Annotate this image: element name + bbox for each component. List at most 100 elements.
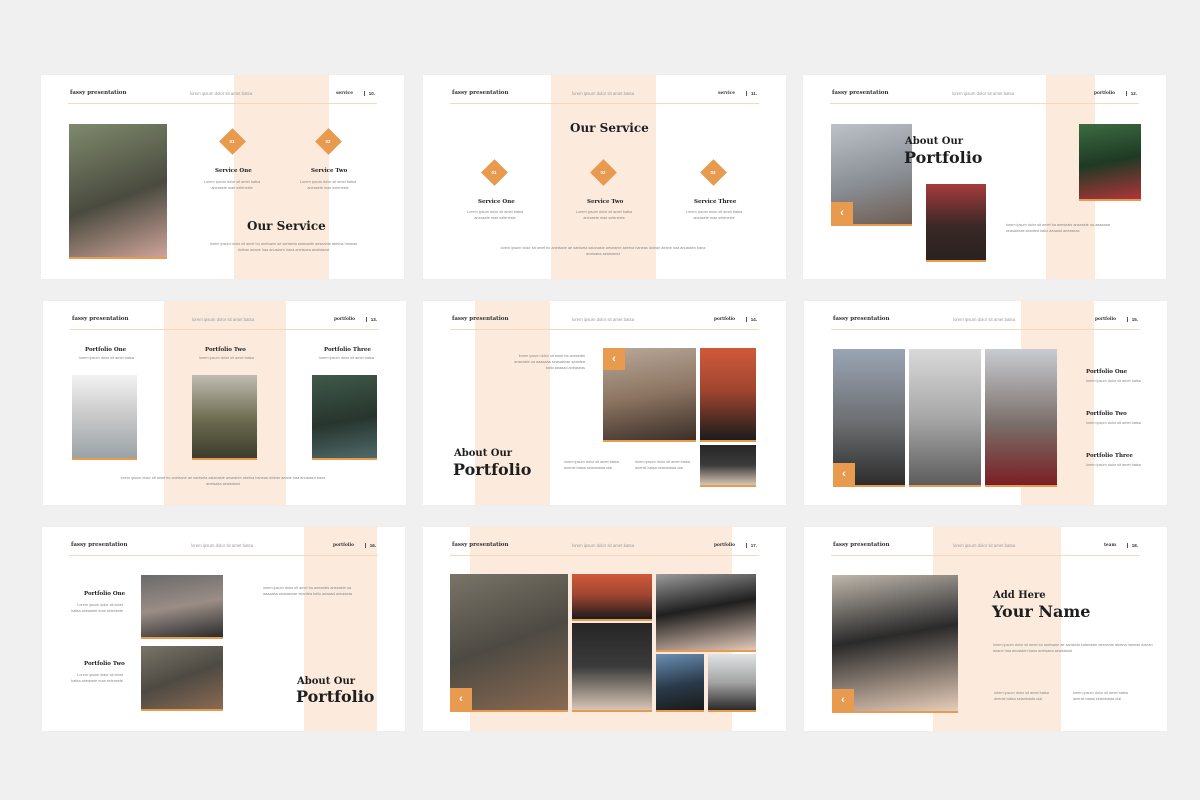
prev-arrow-icon[interactable]: ‹ (832, 689, 854, 711)
header-subtitle: lorem ipsum dolor sit amet batsa (953, 543, 1016, 548)
brand-name: fassy presentation (452, 90, 509, 96)
slide-header: fassy presentation lorem ipsum dolor sit… (68, 89, 377, 104)
check-text: lorem ipsum dolor sit amet batsa anenst … (635, 460, 690, 470)
portfolio-three-label: Portfolio Three (324, 347, 371, 353)
slide-12[interactable]: fassy presentation lorem ipsum dolor sit… (803, 75, 1166, 279)
section-name: service (718, 91, 735, 96)
photo-woman-red-coat (985, 349, 1057, 487)
service-two-label: Service Two (587, 199, 624, 205)
slide-13[interactable]: fassy presentation lorem ipsum dolor sit… (43, 301, 406, 505)
photo-woman-white-hat (72, 375, 137, 460)
prev-arrow-icon[interactable]: ‹ (603, 348, 625, 370)
brand-name: fassy presentation (833, 542, 890, 548)
portfolio-one-label: Portfolio One (1086, 369, 1128, 375)
section-name: portfolio (1095, 317, 1116, 322)
title-big: Portfolio (904, 148, 983, 167)
section-name: service (336, 91, 353, 96)
slide-header: fassy presentation lorem ipsum dolor sit… (450, 541, 759, 556)
section-name: portfolio (714, 317, 735, 322)
slide-14[interactable]: fassy presentation lorem ipsum dolor sit… (423, 301, 786, 505)
portfolio-text: Lorem ipsum dolor sit amet batsa aneaset… (71, 673, 123, 683)
service-three-label: Service Three (694, 199, 737, 205)
brand-name: fassy presentation (452, 542, 509, 548)
slide-header: fassy presentation lorem ipsum dolor sit… (450, 89, 759, 104)
service-one-label: Service One (215, 168, 252, 174)
portfolio-text: lorem ipsum dolor sit amet batsa (79, 356, 134, 360)
section-name: portfolio (334, 317, 355, 322)
slide-10[interactable]: fassy presentation lorem ipsum dolor sit… (41, 75, 404, 279)
slide-16[interactable]: fassy presentation lorem ipsum dolor sit… (42, 527, 405, 731)
service-text: Lorem ipsum dolor sit amet batsa aneaset… (299, 180, 357, 190)
portfolio-text: lorem ipsum dolor sit amet batsa (1086, 463, 1141, 467)
slide-17[interactable]: fassy presentation lorem ipsum dolor sit… (423, 527, 786, 731)
body-text: lorem ipsum dolor sit amet ba aneseats a… (263, 586, 353, 596)
portfolio-one-label: Portfolio One (84, 591, 126, 597)
brand-name: fassy presentation (70, 90, 127, 96)
slide-15[interactable]: fassy presentation lorem ipsum dolor sit… (804, 301, 1167, 505)
slide-header: fassy presentation lorem ipsum dolor sit… (831, 315, 1140, 330)
portfolio-two-label: Portfolio Two (84, 661, 125, 667)
photo-woman-red-wall (572, 574, 652, 621)
slide-number: 13. (365, 317, 377, 322)
portfolio-text: lorem ipsum dolor sit amet batsa (1086, 379, 1141, 383)
slide-number: 18. (1126, 543, 1138, 548)
header-subtitle: lorem ipsum dolor sit amet batsa (572, 91, 635, 96)
diamond-number: 02 (600, 170, 606, 175)
header-subtitle: lorem ipsum dolor sit amet batsa (190, 91, 253, 96)
slide-18[interactable]: fassy presentation lorem ipsum dolor sit… (804, 527, 1167, 731)
diamond-number: 01 (229, 139, 235, 144)
photo-woman-red-dress (1079, 124, 1141, 201)
brand-name: fassy presentation (833, 316, 890, 322)
photo-man-sunglasses (572, 623, 652, 712)
portfolio-three-label: Portfolio Three (1086, 453, 1133, 459)
section-name: portfolio (1094, 91, 1115, 96)
title-small: About Our (297, 676, 356, 687)
slide-number: 15. (1126, 317, 1138, 322)
title-big: Your Name (992, 602, 1091, 621)
header-subtitle: lorem ipsum dolor sit amet batsa (191, 543, 254, 548)
portfolio-one-label: Portfolio One (85, 347, 127, 353)
body-text: lorem ipsum dolor sit amet bo aneisane a… (209, 242, 358, 252)
slide-11[interactable]: fassy presentation lorem ipsum dolor sit… (423, 75, 786, 279)
slide-title: Our Service (570, 121, 649, 135)
prev-arrow-icon[interactable]: ‹ (450, 688, 472, 710)
photo-man-white-shirt (708, 654, 756, 712)
section-name: portfolio (333, 543, 354, 548)
slide-title: Our Service (247, 219, 326, 233)
portfolio-text: lorem ipsum dolor sit amet batsa (319, 356, 374, 360)
check-text: lorem ipsum dolor sit amet batsa anenst … (1073, 691, 1128, 701)
service-one-label: Service One (478, 199, 515, 205)
brand-name: fassy presentation (452, 316, 509, 322)
photo-woman-black-dress (700, 348, 756, 442)
brand-name: fassy presentation (832, 90, 889, 96)
portfolio-two-label: Portfolio Two (1086, 411, 1127, 417)
header-subtitle: lorem ipsum dolor sit amet batsa (952, 91, 1015, 96)
body-text: lorem ipsum dolor sit amet bo aneisane a… (993, 643, 1153, 653)
slide-number: 10. (363, 91, 375, 96)
title-small: About Our (454, 448, 513, 459)
body-text: lorem ipsum dolor sit amet ba aneseats a… (514, 354, 585, 370)
title-big: Portfolio (453, 460, 532, 479)
prev-arrow-icon[interactable]: ‹ (831, 202, 853, 224)
diamond-number: 01 (491, 170, 497, 175)
photo-woman-blue-glasses (656, 654, 704, 712)
brand-name: fassy presentation (71, 542, 128, 548)
service-text: Lorem ipsum dolor sit amet batsa aneaset… (575, 210, 633, 220)
body-text: lorem ipsum dolor sit amet ba aneseats a… (1006, 223, 1110, 233)
service-text: Lorem ipsum dolor sit amet batsa aneaset… (685, 210, 743, 220)
diamond-number: 03 (710, 170, 716, 175)
photo-woman-black-hat (656, 574, 756, 652)
service-two-label: Service Two (311, 168, 348, 174)
prev-arrow-icon[interactable]: ‹ (833, 463, 855, 485)
service-text: Lorem ipsum dolor sit amet batsa aneaset… (203, 180, 261, 190)
diamond-number: 02 (325, 139, 331, 144)
check-text: lorem ipsum dolor sit amet batsa anenst … (994, 691, 1049, 701)
body-text: lorem ipsum dolor sit amet bo aneisane a… (500, 246, 706, 256)
slide-header: fassy presentation lorem ipsum dolor sit… (70, 315, 379, 330)
header-subtitle: lorem ipsum dolor sit amet batsa (572, 317, 635, 322)
photo-woman-sweater (312, 375, 377, 460)
header-subtitle: lorem ipsum dolor sit amet batsa (192, 317, 255, 322)
photo-woman-crosswalk (909, 349, 981, 487)
title-big: Portfolio (296, 687, 375, 706)
photo-man-beard (141, 646, 223, 711)
